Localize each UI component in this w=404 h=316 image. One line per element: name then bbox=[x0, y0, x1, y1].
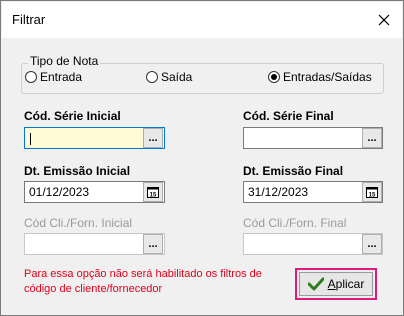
apply-button[interactable]: Aplicar bbox=[295, 268, 377, 300]
calendar-icon: 15 bbox=[147, 187, 159, 199]
radio-saida-circle[interactable] bbox=[146, 71, 158, 83]
serie-inicial-label: Cód. Série Inicial bbox=[24, 109, 121, 123]
tipo-nota-label: Tipo de Nota bbox=[28, 54, 101, 68]
serie-final-label: Cód. Série Final bbox=[243, 109, 334, 123]
window-title: Filtrar bbox=[12, 12, 46, 27]
emissao-final-label: Dt. Emissão Final bbox=[243, 164, 344, 178]
svg-text:15: 15 bbox=[369, 193, 376, 199]
radio-entradas-saidas-label: Entradas/Saídas bbox=[283, 70, 372, 84]
radio-entrada-label: Entrada bbox=[40, 70, 83, 84]
calendar-icon: 15 bbox=[366, 187, 378, 199]
radio-saida-label: Saída bbox=[161, 70, 193, 84]
text-cursor bbox=[30, 132, 31, 145]
emissao-final-value: 31/12/2023 bbox=[248, 185, 309, 199]
cliforn-inicial-label: Cód Cli./Forn. Inicial bbox=[24, 216, 133, 230]
radio-entrada[interactable]: Entrada bbox=[25, 70, 82, 84]
svg-text:15: 15 bbox=[150, 193, 157, 199]
radio-entradas-saidas[interactable]: Entradas/Saídas bbox=[268, 70, 372, 84]
emissao-final-calendar-button[interactable]: 15 bbox=[362, 182, 382, 202]
apply-label: Aplicar bbox=[327, 277, 365, 291]
cliforn-inicial-lookup-button[interactable]: ... bbox=[143, 234, 163, 254]
warning-message: Para essa opção não será habilitado os f… bbox=[24, 268, 262, 295]
close-icon bbox=[378, 14, 390, 26]
emissao-inicial-value: 01/12/2023 bbox=[29, 185, 90, 199]
apply-button-face[interactable]: Aplicar bbox=[299, 272, 373, 296]
close-button[interactable] bbox=[370, 7, 398, 33]
emissao-inicial-label: Dt. Emissão Inicial bbox=[24, 164, 131, 178]
cliforn-final-lookup-button[interactable]: ... bbox=[362, 234, 382, 254]
checkmark-icon bbox=[307, 277, 324, 291]
emissao-inicial-calendar-button[interactable]: 15 bbox=[143, 182, 163, 202]
serie-inicial-lookup-button[interactable]: ... bbox=[143, 128, 163, 148]
radio-saida[interactable]: Saída bbox=[146, 70, 192, 84]
radio-entradas-saidas-circle[interactable] bbox=[268, 71, 280, 83]
title-bar: Filtrar bbox=[2, 2, 402, 38]
cliforn-final-label: Cód Cli./Forn. Final bbox=[243, 216, 347, 230]
radio-entrada-circle[interactable] bbox=[25, 71, 37, 83]
serie-final-lookup-button[interactable]: ... bbox=[362, 128, 382, 148]
